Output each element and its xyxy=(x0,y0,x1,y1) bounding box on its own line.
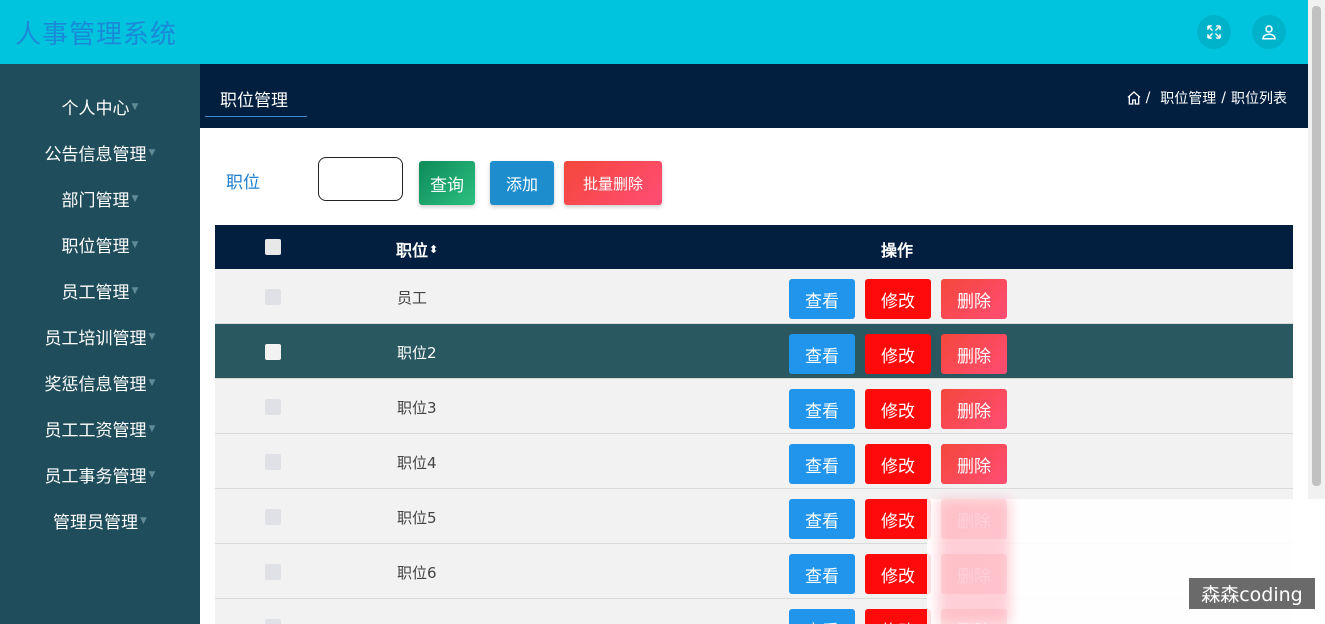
column-label: 职位 xyxy=(396,241,429,260)
view-button[interactable]: 查看 xyxy=(789,609,855,624)
edit-button[interactable]: 修改 xyxy=(865,554,931,594)
sidebar-item-rewards[interactable]: 奖惩信息管理 ▼ xyxy=(0,359,200,405)
sidebar-item-label: 部门管理 xyxy=(61,190,130,211)
title-underline xyxy=(205,116,307,117)
chevron-down-icon: ▼ xyxy=(148,470,156,480)
blurred-button-region xyxy=(938,499,1010,624)
view-button[interactable]: 查看 xyxy=(789,279,855,319)
row-checkbox[interactable] xyxy=(265,399,281,415)
row-position: 职位6 xyxy=(397,564,437,582)
sidebar-item-label: 员工工资管理 xyxy=(44,420,147,441)
row-checkbox[interactable] xyxy=(265,564,281,580)
scrollbar-thumb[interactable] xyxy=(1312,6,1321,486)
home-icon[interactable] xyxy=(1126,90,1142,106)
fullscreen-button[interactable] xyxy=(1197,15,1231,49)
sidebar-item-employees[interactable]: 员工管理 ▼ xyxy=(0,267,200,313)
row-position: 职位3 xyxy=(397,399,437,417)
view-button[interactable]: 查看 xyxy=(789,499,855,539)
row-checkbox[interactable] xyxy=(265,619,281,624)
row-position: 员工 xyxy=(397,289,428,307)
watermark: 森森coding xyxy=(1189,578,1315,609)
row-checkbox[interactable] xyxy=(265,344,281,360)
edit-button[interactable]: 修改 xyxy=(865,609,931,624)
delete-button[interactable]: 删除 xyxy=(941,444,1007,484)
edit-button[interactable]: 修改 xyxy=(865,444,931,484)
chevron-down-icon: ▼ xyxy=(148,424,156,434)
edit-button[interactable]: 修改 xyxy=(865,389,931,429)
search-label: 职位 xyxy=(226,173,260,193)
view-button[interactable]: 查看 xyxy=(789,444,855,484)
chevron-down-icon: ▼ xyxy=(148,148,156,158)
sidebar-item-label: 奖惩信息管理 xyxy=(44,374,147,395)
chevron-down-icon: ▼ xyxy=(140,516,147,526)
chevron-down-icon: ▼ xyxy=(131,286,139,296)
row-position: 职位5 xyxy=(397,509,437,527)
sidebar-item-training[interactable]: 员工培训管理 ▼ xyxy=(0,313,200,359)
view-button[interactable]: 查看 xyxy=(789,334,855,374)
sidebar-item-label: 职位管理 xyxy=(61,236,130,257)
row-checkbox[interactable] xyxy=(265,454,281,470)
page-header: 职位管理 / 职位管理 / 职位列表 xyxy=(200,64,1308,128)
edit-button[interactable]: 修改 xyxy=(865,279,931,319)
page-scrollbar[interactable] xyxy=(1308,0,1325,500)
row-position: 职位2 xyxy=(397,344,437,362)
sidebar-item-label: 管理员管理 xyxy=(53,512,139,533)
breadcrumb: / 职位管理 / 职位列表 xyxy=(1126,88,1287,108)
row-checkbox[interactable] xyxy=(265,509,281,525)
query-button[interactable]: 查询 xyxy=(419,161,475,205)
user-button[interactable] xyxy=(1252,15,1286,49)
row-position: 职位4 xyxy=(397,454,437,472)
breadcrumb-separator: / xyxy=(1221,90,1226,106)
chevron-down-icon: ▼ xyxy=(131,240,139,250)
view-button[interactable]: 查看 xyxy=(789,554,855,594)
select-all-checkbox[interactable] xyxy=(265,239,281,255)
column-header-actions: 操作 xyxy=(881,241,914,260)
add-button[interactable]: 添加 xyxy=(490,161,554,205)
edit-button[interactable]: 修改 xyxy=(865,334,931,374)
sidebar-item-affairs[interactable]: 员工事务管理 ▼ xyxy=(0,451,200,497)
table-row[interactable]: 员工 查看 修改 删除 xyxy=(215,269,1293,324)
sidebar-item-admins[interactable]: 管理员管理 ▼ xyxy=(0,497,200,543)
sidebar-item-label: 员工事务管理 xyxy=(44,466,147,487)
sidebar-item-salary[interactable]: 员工工资管理 ▼ xyxy=(0,405,200,451)
view-button[interactable]: 查看 xyxy=(789,389,855,429)
top-bar: 人事管理系统 xyxy=(0,0,1308,64)
chevron-down-icon: ▼ xyxy=(148,378,156,388)
column-header-position[interactable]: 职位 ⬍ xyxy=(396,237,438,261)
breadcrumb-position-list: 职位列表 xyxy=(1231,91,1287,107)
sidebar: 个人中心 ▼ 公告信息管理 ▼ 部门管理 ▼ 职位管理 ▼ 员工管理 ▼ 员工培训管理 ▼ … xyxy=(0,64,200,624)
sidebar-item-positions[interactable]: 职位管理 ▼ xyxy=(0,221,200,267)
table-header: 职位 ⬍ 操作 xyxy=(215,225,1293,269)
breadcrumb-separator: / xyxy=(1145,90,1151,106)
table-row[interactable]: 职位2 查看 修改 删除 xyxy=(215,324,1293,379)
table-row[interactable]: 职位3 查看 修改 删除 xyxy=(215,379,1293,434)
expand-arrows-icon xyxy=(1207,25,1221,39)
chevron-down-icon: ▼ xyxy=(131,194,139,204)
sidebar-item-announcements[interactable]: 公告信息管理 ▼ xyxy=(0,129,200,175)
delete-button[interactable]: 删除 xyxy=(941,334,1007,374)
delete-button[interactable]: 删除 xyxy=(941,389,1007,429)
edit-button[interactable]: 修改 xyxy=(865,499,931,539)
sidebar-item-personal-center[interactable]: 个人中心 ▼ xyxy=(0,83,200,129)
sidebar-item-label: 个人中心 xyxy=(61,98,130,119)
page-title: 职位管理 xyxy=(220,91,288,111)
position-search-input[interactable] xyxy=(318,157,403,201)
sidebar-item-departments[interactable]: 部门管理 ▼ xyxy=(0,175,200,221)
delete-button[interactable]: 删除 xyxy=(941,279,1007,319)
sort-icon[interactable]: ⬍ xyxy=(429,243,438,256)
table-row[interactable]: 职位4 查看 修改 删除 xyxy=(215,434,1293,489)
sidebar-item-label: 员工培训管理 xyxy=(44,328,147,349)
chevron-down-icon: ▼ xyxy=(148,332,156,342)
sidebar-item-label: 公告信息管理 xyxy=(44,144,147,165)
batch-delete-button[interactable]: 批量删除 xyxy=(564,161,662,205)
sidebar-item-label: 员工管理 xyxy=(61,282,130,303)
app-title: 人事管理系统 xyxy=(15,20,178,50)
row-checkbox[interactable] xyxy=(265,289,281,305)
breadcrumb-positions[interactable]: 职位管理 xyxy=(1160,88,1216,108)
chevron-down-icon: ▼ xyxy=(131,102,139,112)
user-icon xyxy=(1262,25,1276,40)
